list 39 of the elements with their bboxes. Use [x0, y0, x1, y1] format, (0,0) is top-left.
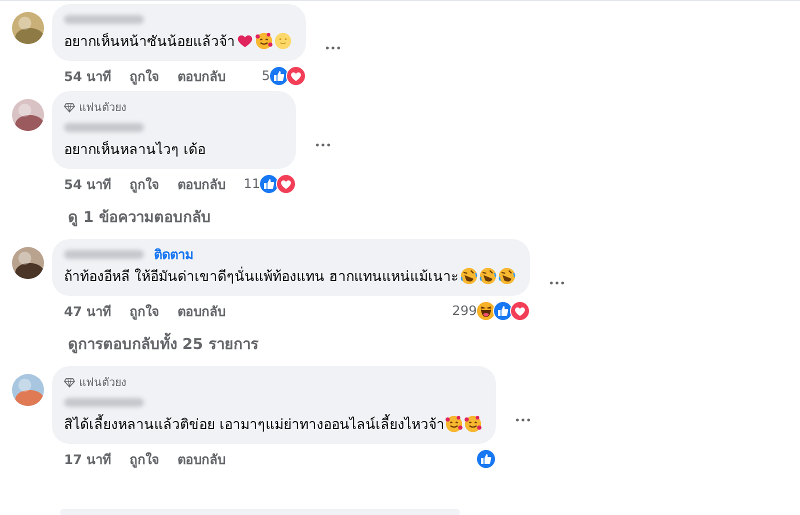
reply-link[interactable]: ตอบกลับ — [178, 174, 226, 194]
smiling-face-icon — [274, 32, 292, 50]
diamond-icon — [64, 102, 75, 112]
like-reaction-icon — [476, 449, 496, 469]
reply-link[interactable]: ตอบกลับ — [178, 448, 226, 470]
laughing-face-icon — [498, 267, 516, 285]
smiling-face-hearts-icon — [445, 415, 464, 433]
smiling-face-hearts-icon — [255, 32, 273, 50]
comment-text: ถ้าท้องอีหลี ให้อีมันด่าเขาดีๆนั่นแพ้ท้องแทน ฮากแทนแหน่แม้เนาะ — [64, 265, 459, 287]
like-reaction-icon — [492, 301, 513, 321]
timestamp: 54 นาที — [64, 176, 112, 194]
like-link[interactable]: ถูกใจ — [130, 174, 160, 194]
timestamp: 47 นาที — [64, 304, 112, 322]
view-replies-link[interactable]: ดู 1 ข้อความตอบกลับ — [12, 199, 211, 239]
reply-link[interactable]: ตอบกลับ — [178, 300, 226, 322]
comment-text: อยากเห็นหน้าซันน้อยแล้วจ้า — [64, 32, 235, 52]
fan-badge-label: แฟนตัวยง — [79, 100, 126, 116]
like-link[interactable]: ถูกใจ — [130, 300, 160, 322]
timestamp: 54 นาที — [64, 68, 112, 86]
comment-text: อยากเห็นหลานไวๆ เด้อ — [64, 140, 206, 160]
reaction-count: 5 — [262, 68, 270, 84]
diamond-icon — [64, 376, 75, 388]
love-reaction-icon — [286, 66, 306, 86]
like-link[interactable]: ถูกใจ — [130, 448, 160, 470]
laughing-face-icon — [460, 267, 478, 285]
haha-reaction-icon — [476, 301, 496, 321]
smiling-face-hearts-icon — [464, 415, 482, 433]
reaction-count: 299 — [452, 304, 477, 318]
reply-link[interactable]: ตอบกลับ — [178, 66, 226, 86]
fan-badge-label: แฟนตัวยง — [79, 375, 126, 391]
like-link[interactable]: ถูกใจ — [130, 66, 160, 86]
love-reaction-icon — [276, 174, 296, 194]
love-reaction-icon — [510, 301, 530, 321]
timestamp: 17 นาที — [64, 452, 112, 470]
follow-link[interactable]: ติดตาม — [154, 244, 194, 264]
laughing-face-icon — [478, 267, 497, 285]
view-replies-link[interactable]: ดูการตอบกลับทั้ง 25 รายการ — [12, 326, 258, 366]
reaction-count: 11 — [244, 176, 260, 192]
comment-text: สิได้เลี้ยงหลานแล้วติข่อย เอามาๆแม่ย่าทางออนไลน์เลี้ยงไหวจ้า — [64, 413, 444, 435]
